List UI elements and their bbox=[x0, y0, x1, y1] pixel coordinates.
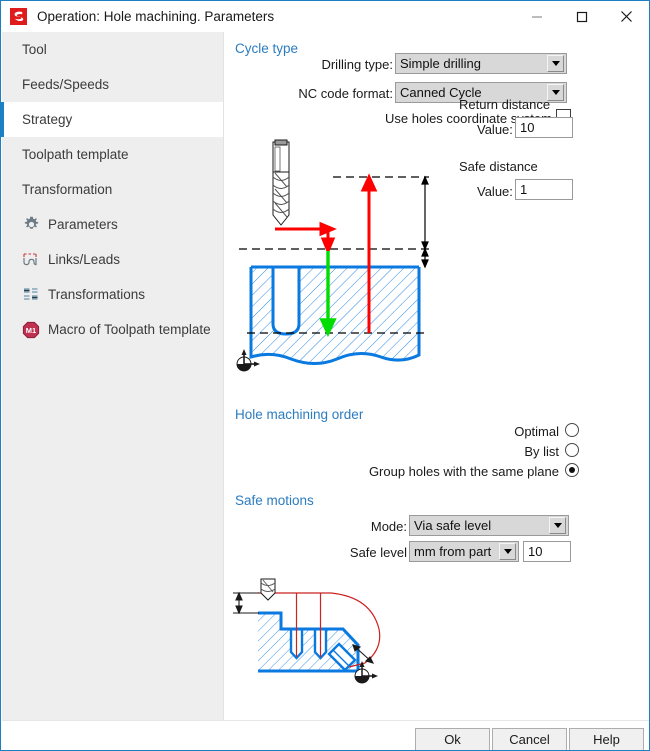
window-controls bbox=[514, 1, 649, 32]
sidebar-item-label: Links/Leads bbox=[48, 252, 121, 267]
section-title-safe-motions: Safe motions bbox=[235, 493, 314, 508]
chevron-down-icon[interactable] bbox=[547, 55, 564, 72]
sidebar-item-label: Toolpath template bbox=[22, 147, 129, 162]
order-option-optimal-label: Optimal bbox=[514, 424, 559, 439]
mode-value: Via safe level bbox=[414, 518, 492, 533]
close-icon[interactable] bbox=[604, 1, 649, 32]
links-leads-icon bbox=[22, 251, 40, 269]
sidebar-item-label: Strategy bbox=[22, 112, 73, 127]
safe-distance-value-label: Value: bbox=[477, 184, 513, 199]
sidebar-item-links-leads[interactable]: Links/Leads bbox=[2, 242, 223, 277]
svg-text:M1: M1 bbox=[26, 326, 36, 335]
drilling-type-label: Drilling type: bbox=[321, 57, 393, 72]
safe-distance-input[interactable]: 1 bbox=[515, 179, 573, 200]
help-button[interactable]: Help bbox=[569, 728, 644, 750]
sidebar-item-feeds-speeds[interactable]: Feeds/Speeds bbox=[2, 67, 223, 102]
gear-icon bbox=[22, 216, 40, 234]
transformations-icon bbox=[22, 286, 40, 304]
order-option-optimal-radio[interactable] bbox=[565, 423, 579, 437]
safe-level-unit-select[interactable]: mm from part bbox=[409, 541, 519, 562]
dialog-footer: Ok Cancel Help bbox=[2, 720, 649, 750]
cancel-button[interactable]: Cancel bbox=[492, 728, 567, 750]
sidebar-item-label: Transformation bbox=[22, 182, 113, 197]
return-distance-label: Return distance bbox=[459, 97, 551, 112]
order-option-group-same-plane-radio[interactable] bbox=[565, 463, 579, 477]
strategy-panel: Cycle type Drilling type: Simple drillin… bbox=[225, 32, 649, 720]
drilling-cycle-diagram bbox=[229, 137, 461, 387]
safe-level-diagram bbox=[213, 567, 423, 692]
sidebar-item-transformations[interactable]: Transformations bbox=[2, 277, 223, 312]
sidebar-item-transformation[interactable]: Transformation bbox=[2, 172, 223, 207]
sidebar-item-label: Tool bbox=[22, 42, 47, 57]
macro-m1-icon: M1 bbox=[22, 321, 40, 339]
sidebar-item-strategy[interactable]: Strategy bbox=[1, 102, 223, 137]
title-bar: Operation: Hole machining. Parameters bbox=[1, 1, 649, 32]
section-title-hole-machining-order: Hole machining order bbox=[235, 407, 364, 422]
section-title-cycle-type: Cycle type bbox=[235, 41, 299, 56]
sidebar-item-tool[interactable]: Tool bbox=[2, 32, 223, 67]
sidebar-item-label: Feeds/Speeds bbox=[22, 77, 110, 92]
sidebar-item-label: Parameters bbox=[48, 217, 118, 232]
order-option-by-list-label: By list bbox=[524, 444, 559, 459]
ok-button[interactable]: Ok bbox=[415, 728, 490, 750]
return-distance-value-label: Value: bbox=[477, 122, 513, 137]
sidebar-item-label: Transformations bbox=[48, 287, 146, 302]
order-option-by-list-radio[interactable] bbox=[565, 443, 579, 457]
mode-select[interactable]: Via safe level bbox=[409, 515, 569, 536]
safe-level-input[interactable]: 10 bbox=[523, 541, 571, 562]
window-title: Operation: Hole machining. Parameters bbox=[37, 9, 275, 24]
chevron-down-icon[interactable] bbox=[499, 543, 516, 560]
minimize-icon[interactable] bbox=[514, 1, 559, 32]
sidebar-item-toolpath-template[interactable]: Toolpath template bbox=[2, 137, 223, 172]
drilling-type-value: Simple drilling bbox=[400, 56, 481, 71]
safe-level-unit-value: mm from part bbox=[414, 544, 492, 559]
sidebar-item-label: Macro of Toolpath template bbox=[48, 322, 211, 337]
return-distance-input[interactable]: 10 bbox=[515, 117, 573, 138]
safe-level-label: Safe level bbox=[349, 545, 407, 560]
safe-distance-label: Safe distance bbox=[459, 159, 538, 174]
drilling-type-select[interactable]: Simple drilling bbox=[395, 53, 567, 74]
sidebar-item-macro-of-toolpath-template[interactable]: M1 Macro of Toolpath template bbox=[2, 312, 223, 347]
app-logo-icon bbox=[10, 8, 27, 25]
sidebar: Tool Feeds/Speeds Strategy Toolpath temp… bbox=[1, 32, 224, 720]
order-option-group-same-plane-label: Group holes with the same plane bbox=[368, 464, 559, 479]
nc-code-format-label: NC code format: bbox=[298, 86, 393, 101]
chevron-down-icon[interactable] bbox=[549, 517, 566, 534]
dialog-window: Operation: Hole machining. Parameters To… bbox=[0, 0, 650, 751]
mode-label: Mode: bbox=[370, 519, 407, 534]
sidebar-item-parameters[interactable]: Parameters bbox=[2, 207, 223, 242]
maximize-icon[interactable] bbox=[559, 1, 604, 32]
